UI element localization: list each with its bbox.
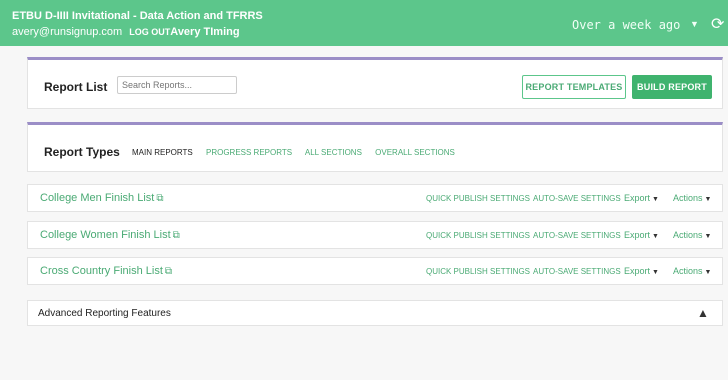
quick-publish-settings-link[interactable]: QUICK PUBLISH SETTINGS: [426, 267, 530, 276]
actions-dropdown[interactable]: Actions ▼: [673, 266, 711, 276]
advanced-reporting-panel[interactable]: Advanced Reporting Features ▲: [27, 300, 723, 326]
tab-progress-reports[interactable]: PROGRESS REPORTS: [206, 148, 292, 157]
copy-icon[interactable]: ⧉: [173, 230, 180, 241]
report-list-card: Report List REPORT TEMPLATES BUILD REPOR…: [27, 57, 723, 109]
tab-all-sections[interactable]: ALL SECTIONS: [305, 148, 362, 157]
auto-save-settings-link[interactable]: AUTO-SAVE SETTINGS: [533, 194, 621, 203]
refresh-icon[interactable]: ⟳: [711, 14, 724, 34]
top-bar: ETBU D-IIII Invitational - Data Action a…: [0, 0, 728, 46]
chevron-down-icon[interactable]: ▼: [652, 233, 659, 240]
auto-save-settings-link[interactable]: AUTO-SAVE SETTINGS: [533, 231, 621, 240]
report-list-title: Report List: [44, 80, 108, 94]
report-name[interactable]: Cross Country Finish List: [40, 265, 163, 277]
logout-link[interactable]: LOG OUT: [129, 27, 170, 37]
report-types-tabs: MAIN REPORTS PROGRESS REPORTS ALL SECTIO…: [132, 148, 466, 157]
advanced-reporting-label: Advanced Reporting Features: [38, 308, 171, 319]
date-range-select[interactable]: Over a week ago: [572, 18, 680, 32]
export-label[interactable]: Export: [624, 193, 650, 203]
export-label[interactable]: Export: [624, 230, 650, 240]
export-dropdown[interactable]: Export ▼: [624, 193, 659, 203]
event-title: ETBU D-IIII Invitational - Data Action a…: [12, 10, 263, 22]
chevron-down-icon[interactable]: ▼: [705, 196, 712, 203]
search-input[interactable]: [117, 76, 237, 94]
chevron-down-icon[interactable]: ▼: [652, 196, 659, 203]
quick-publish-settings-link[interactable]: QUICK PUBLISH SETTINGS: [426, 194, 530, 203]
collapse-icon[interactable]: ▲: [697, 306, 709, 320]
chevron-down-icon[interactable]: ▼: [705, 233, 712, 240]
report-row: College Women Finish List ⧉ QUICK PUBLISH…: [27, 221, 723, 249]
actions-label[interactable]: Actions: [673, 266, 703, 276]
user-info: avery@runsignup.com LOG OUTAvery TIming: [12, 26, 240, 38]
copy-icon[interactable]: ⧉: [156, 193, 163, 204]
report-templates-button[interactable]: REPORT TEMPLATES: [522, 75, 626, 99]
auto-save-settings-link[interactable]: AUTO-SAVE SETTINGS: [533, 267, 621, 276]
actions-dropdown[interactable]: Actions ▼: [673, 230, 711, 240]
report-row: Cross Country Finish List ⧉ QUICK PUBLISH…: [27, 257, 723, 285]
tab-main-reports[interactable]: MAIN REPORTS: [132, 148, 193, 157]
actions-label[interactable]: Actions: [673, 193, 703, 203]
chevron-down-icon[interactable]: ▼: [705, 269, 712, 276]
report-row: College Men Finish List ⧉ QUICK PUBLISH S…: [27, 184, 723, 212]
actions-dropdown[interactable]: Actions ▼: [673, 193, 711, 203]
user-email: avery@runsignup.com: [12, 26, 123, 38]
quick-publish-settings-link[interactable]: QUICK PUBLISH SETTINGS: [426, 231, 530, 240]
report-name-link[interactable]: College Women Finish List ⧉: [40, 229, 180, 241]
export-dropdown[interactable]: Export ▼: [624, 266, 659, 276]
build-report-button[interactable]: BUILD REPORT: [632, 75, 712, 99]
chevron-down-icon[interactable]: ▼: [690, 19, 699, 29]
chevron-down-icon[interactable]: ▼: [652, 269, 659, 276]
actions-label[interactable]: Actions: [673, 230, 703, 240]
export-label[interactable]: Export: [624, 266, 650, 276]
report-name[interactable]: College Women Finish List: [40, 229, 171, 241]
report-name-link[interactable]: Cross Country Finish List ⧉: [40, 265, 172, 277]
tab-overall-sections[interactable]: OVERALL SECTIONS: [375, 148, 455, 157]
report-name-link[interactable]: College Men Finish List ⧉: [40, 192, 163, 204]
report-types-card: Report Types MAIN REPORTS PROGRESS REPOR…: [27, 122, 723, 172]
copy-icon[interactable]: ⧉: [165, 266, 172, 277]
org-name: Avery TIming: [170, 26, 240, 38]
export-dropdown[interactable]: Export ▼: [624, 230, 659, 240]
report-name[interactable]: College Men Finish List: [40, 192, 154, 204]
report-types-title: Report Types: [44, 145, 120, 159]
